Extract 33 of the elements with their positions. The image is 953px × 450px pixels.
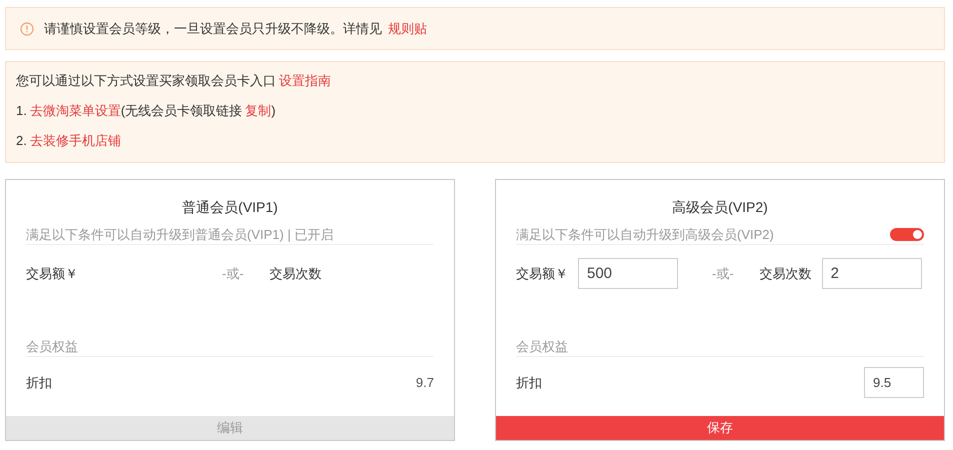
or-text: -或- — [712, 264, 734, 282]
condition-text: 满足以下条件可以自动升级到高级会员(VIP2) — [516, 226, 774, 244]
count-label: 交易次数 — [270, 264, 322, 282]
benefits-heading: 会员权益 — [26, 338, 78, 356]
benefits-heading: 会员权益 — [516, 338, 568, 356]
copy-link[interactable]: 复制 — [245, 103, 272, 118]
step-link[interactable]: 去微淘菜单设置 — [30, 103, 121, 118]
amount-input[interactable]: 500 — [578, 258, 678, 289]
step-note: (无线会员卡领取链接 — [120, 103, 242, 118]
save-button[interactable]: 保存 — [496, 416, 944, 440]
card-title: 普通会员(VIP1) — [181, 199, 279, 217]
guide-link[interactable]: 设置指南 — [279, 73, 331, 88]
amount-label: 交易额￥ — [26, 264, 78, 282]
step-number: 2. — [16, 133, 27, 148]
amount-label: 交易额￥ — [516, 264, 568, 282]
or-text: -或- — [222, 264, 244, 282]
count-label: 交易次数 — [760, 264, 812, 282]
info-icon — [20, 22, 34, 36]
rules-link[interactable]: 规则贴 — [388, 20, 427, 38]
step-note: ) — [271, 103, 276, 118]
guide-text: 您可以通过以下方式设置买家领取会员卡入口 — [16, 73, 276, 88]
toggle-switch[interactable] — [890, 228, 924, 241]
discount-input[interactable]: 9.5 — [864, 367, 924, 398]
condition-text: 满足以下条件可以自动升级到普通会员(VIP1) | 已开启 — [26, 226, 334, 244]
edit-button[interactable]: 编辑 — [6, 416, 454, 440]
step-number: 1. — [16, 103, 27, 118]
discount-value: 9.7 — [416, 375, 434, 390]
card-title: 高级会员(VIP2) — [671, 199, 769, 217]
notice-text: 请谨慎设置会员等级，一旦设置会员只升级不降级。详情见 — [44, 20, 382, 38]
step-link[interactable]: 去装修手机店铺 — [30, 133, 121, 148]
discount-label: 折扣 — [26, 374, 52, 392]
count-input[interactable]: 2 — [822, 258, 922, 289]
discount-label: 折扣 — [516, 374, 542, 392]
